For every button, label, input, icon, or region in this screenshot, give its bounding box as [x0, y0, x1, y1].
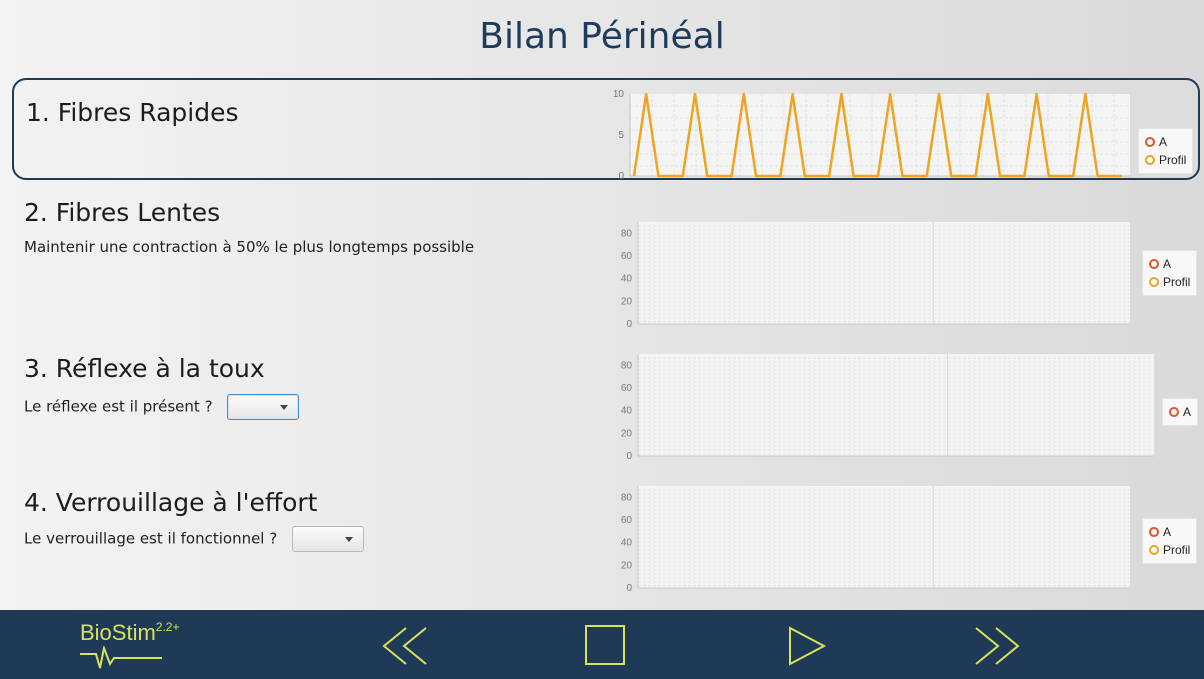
y-tick-label: 0	[626, 319, 632, 330]
legend-label: Profil	[1163, 275, 1191, 289]
footer-bar: BioStim2.2+	[0, 610, 1204, 679]
logo-version: 2.2+	[155, 620, 180, 634]
play-icon[interactable]	[784, 624, 834, 668]
y-tick-label: 20	[621, 428, 633, 439]
y-tick-label: 40	[621, 538, 633, 549]
y-tick-label: 40	[621, 406, 633, 417]
biostim-logo: BioStim2.2+	[80, 620, 180, 669]
fast-forward-icon[interactable]	[972, 624, 1022, 668]
legend-item-a: A	[1169, 403, 1191, 421]
y-tick-label: 60	[621, 251, 633, 262]
logo-text: BioStim	[80, 620, 156, 645]
y-tick-label: 10	[613, 89, 625, 100]
legend-label: A	[1183, 405, 1192, 419]
section-effort-lock: 4. Verrouillage à l'effort Le verrouilla…	[12, 478, 1200, 606]
cough-reflex-chart: 0 20 40 60 80	[621, 354, 1154, 462]
section-fast-fibers[interactable]: 1. Fibres Rapides 0 5 10 A Profil	[12, 78, 1200, 182]
slow-fibers-chart: 0 20 40 60 80	[621, 222, 1130, 330]
legend-marker-icon	[1169, 407, 1179, 417]
y-tick-label: 20	[621, 560, 633, 571]
legend-marker-icon	[1145, 155, 1155, 165]
page-title: Bilan Périnéal	[479, 16, 725, 57]
legend-item-profil: Profil	[1149, 541, 1190, 559]
legend-label: Profil	[1159, 153, 1187, 167]
y-tick-label: 80	[621, 228, 633, 239]
rewind-icon[interactable]	[380, 624, 430, 668]
effort-lock-chart: 0 20 40 60 80	[621, 486, 1130, 594]
chart-legend: A Profil	[1142, 250, 1198, 296]
plot-area	[638, 354, 1154, 456]
y-tick-label: 5	[618, 130, 624, 141]
y-tick-label: 40	[621, 274, 633, 285]
legend-label: A	[1159, 135, 1168, 149]
legend-item-a: A	[1145, 133, 1186, 151]
y-tick-label: 0	[618, 171, 624, 182]
chart-legend: A	[1162, 398, 1199, 426]
plot-area	[638, 222, 1130, 324]
plot-area	[638, 486, 1130, 588]
y-tick-label: 0	[626, 451, 632, 462]
legend-marker-icon	[1145, 137, 1155, 147]
legend-marker-icon	[1149, 545, 1159, 555]
section-slow-fibers: 2. Fibres Lentes Maintenir une contracti…	[12, 196, 1200, 336]
section-cough-reflex: 3. Réflexe à la toux Le réflexe est il p…	[12, 344, 1200, 470]
y-tick-label: 0	[626, 583, 632, 594]
chart-legend: A Profil	[1138, 128, 1194, 174]
legend-label: A	[1163, 257, 1172, 271]
fast-fibers-chart: 0 5 10	[613, 89, 1130, 182]
legend-marker-icon	[1149, 277, 1159, 287]
legend-item-a: A	[1149, 523, 1190, 541]
y-tick-label: 60	[621, 383, 633, 394]
y-tick-label: 20	[621, 296, 633, 307]
y-tick-label: 80	[621, 492, 633, 503]
pulse-icon	[80, 646, 162, 669]
legend-item-a: A	[1149, 255, 1190, 273]
chart-legend: A Profil	[1142, 518, 1198, 564]
y-tick-label: 80	[621, 360, 633, 371]
stop-icon[interactable]	[580, 624, 630, 668]
legend-item-profil: Profil	[1145, 151, 1186, 169]
legend-label: Profil	[1163, 543, 1191, 557]
y-tick-label: 60	[621, 515, 633, 526]
legend-marker-icon	[1149, 259, 1159, 269]
legend-item-profil: Profil	[1149, 273, 1190, 291]
legend-label: A	[1163, 525, 1172, 539]
legend-marker-icon	[1149, 527, 1159, 537]
